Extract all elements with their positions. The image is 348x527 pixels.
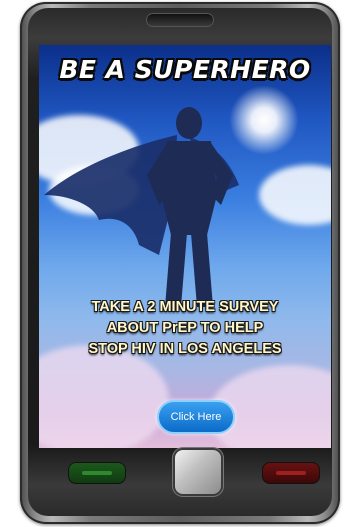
superhero-silhouette [44, 107, 239, 307]
survey-message: TAKE A 2 MINUTE SURVEY ABOUT PrEP TO HEL… [49, 297, 321, 360]
headline: BE A SUPERHERO [59, 55, 311, 84]
phone-screen: BE A SUPERHERO TAKE A 2 MINUTE SURVEY AB… [39, 45, 331, 448]
survey-line: STOP HIV IN LOS ANGELES [88, 341, 282, 357]
phone-end-icon[interactable] [262, 462, 320, 484]
survey-line: ABOUT PrEP TO HELP [106, 320, 264, 336]
phone-call-icon[interactable] [68, 462, 126, 484]
survey-line: TAKE A 2 MINUTE SURVEY [91, 299, 279, 315]
earpiece-speaker [147, 14, 213, 26]
click-here-button[interactable]: Click Here [157, 400, 235, 434]
phone-frame: BE A SUPERHERO TAKE A 2 MINUTE SURVEY AB… [20, 2, 340, 524]
home-button-icon[interactable] [175, 450, 221, 494]
